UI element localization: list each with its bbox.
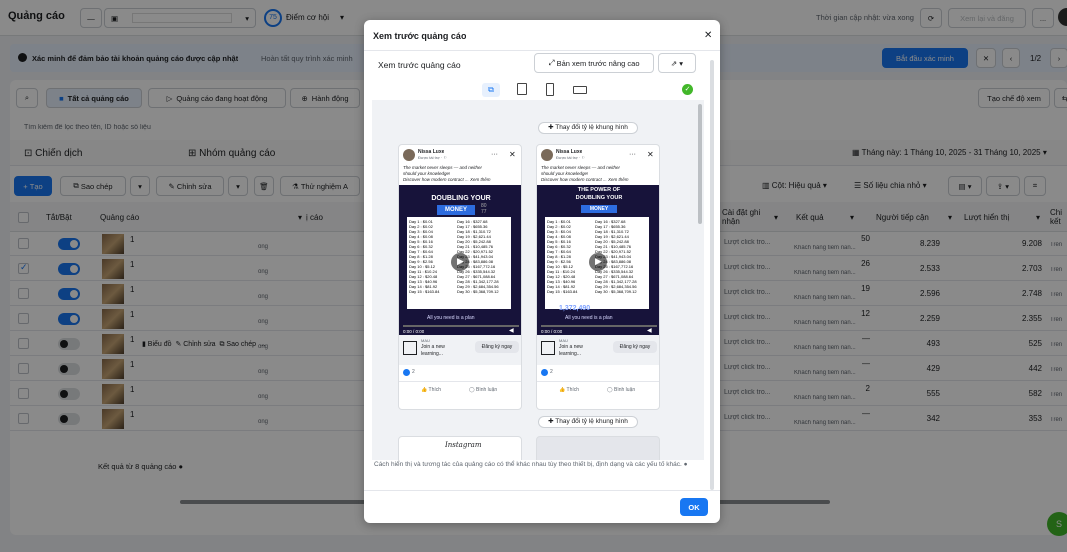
comment-label: Bình luận: [476, 387, 498, 393]
post-caption-3: Discover how modern contract ... Xem thê…: [403, 177, 491, 182]
days-left-column: Day 1 : $0.01 Day 2 : $0.02 Day 3 : $0.0…: [409, 219, 440, 294]
money-label: MONEY: [581, 205, 617, 213]
like-icon: [541, 369, 548, 376]
facebook-feed-preview: Nissa Luxe Được tài trợ · ⚐ ··· ✕ The market…: [398, 144, 522, 410]
volume-icon[interactable]: ◀: [509, 327, 514, 334]
sponsored-label: Được tài trợ · ⚐: [418, 155, 447, 160]
comment-button[interactable]: ◯ Bình luận: [607, 387, 635, 393]
signup-button[interactable]: Đăng ký ngay: [613, 341, 657, 353]
thumbs-up-icon: 👍: [421, 387, 429, 393]
like-count: 2: [412, 369, 415, 375]
page-avatar: [403, 149, 415, 161]
feed-format-icon[interactable]: ⧉: [482, 83, 500, 97]
more-icon[interactable]: ···: [491, 151, 498, 158]
plan-text: All you need is a plan: [427, 315, 475, 321]
divider: [364, 490, 720, 491]
advanced-preview-label: Bản xem trước nâng cao: [556, 58, 640, 68]
change-ratio-label: Thay đổi tỷ lệ khung hình: [555, 418, 628, 425]
preview-disclaimer: Cách hiển thị và tương tác của quảng cáo…: [374, 460, 714, 469]
cta-small: MAU: [421, 338, 430, 343]
creative-headline: DOUBLING YOUR: [431, 195, 491, 202]
cta-line-1: Join a new: [421, 344, 445, 350]
instagram-preview-2: [536, 436, 660, 460]
comment-button[interactable]: ◯ Bình luận: [469, 387, 497, 393]
cta-small: MAU: [559, 338, 568, 343]
creative-headline: THE POWER OF: [577, 187, 621, 193]
landscape-format-icon[interactable]: [573, 86, 587, 94]
facebook-feed-preview-2: Nissa Luxe Được tài trợ · ⚐ ··· ✕ The market…: [536, 144, 660, 410]
post-caption-2: should your knowledge!: [541, 171, 589, 176]
preview-scrollbar[interactable]: [698, 104, 702, 224]
divider: [364, 50, 720, 51]
calendar-icon: [403, 341, 417, 355]
comment-icon: ◯: [607, 387, 614, 393]
play-icon[interactable]: ▶: [589, 253, 607, 271]
post-caption-1: The market never sleeps — and neither: [541, 165, 621, 170]
calendar-icon: [541, 341, 555, 355]
video-time: 0:00 / 0:00: [541, 329, 563, 334]
like-count: 2: [550, 369, 553, 375]
video-time: 0:00 / 0:00: [403, 329, 425, 334]
days-left-column: Day 1 : $0.01 Day 2 : $0.02 Day 3 : $0.0…: [547, 219, 578, 294]
info-icon: ●: [683, 461, 688, 468]
divider: [537, 381, 659, 382]
video-progress-bar[interactable]: [541, 325, 657, 327]
square-format-icon[interactable]: [517, 83, 527, 95]
expand-icon: ⤢: [548, 58, 557, 67]
like-button[interactable]: 👍 Thích: [559, 387, 579, 393]
more-icon[interactable]: ···: [629, 151, 636, 158]
change-ratio-button[interactable]: ✚ Thay đổi tỷ lệ khung hình: [538, 122, 638, 134]
like-icon: [403, 369, 410, 376]
post-caption-3: Discover how modern contract ... Xem thê…: [541, 177, 629, 182]
cta-line-2: learning...: [559, 351, 581, 357]
ad-preview-modal: Xem trước quảng cáo ✕ Xem trước quảng cá…: [364, 20, 720, 523]
share-button[interactable]: ⇗ ▾: [658, 53, 696, 73]
post-caption-1: The market never sleeps — and neither: [403, 165, 483, 170]
instagram-preview: Instagram: [398, 436, 522, 460]
disclaimer-text: Cách hiển thị và tương tác của quảng cáo…: [374, 461, 682, 468]
format-switcher: ⧉ ✓: [372, 80, 704, 100]
check-icon: ✓: [682, 84, 693, 95]
comment-icon: ◯: [469, 387, 476, 393]
close-icon[interactable]: ✕: [509, 150, 516, 159]
cta-line-1: Join a new: [559, 344, 583, 350]
page-avatar: [541, 149, 553, 161]
cta-line-2: learning...: [421, 351, 443, 357]
like-label: Thích: [428, 387, 442, 393]
divider: [399, 381, 521, 382]
change-ratio-button-2[interactable]: ✚ Thay đổi tỷ lệ khung hình: [538, 416, 638, 428]
close-icon[interactable]: ✕: [704, 30, 712, 41]
sponsored-label: Được tài trợ · ⚐: [556, 155, 585, 160]
creative-headline-2: DOUBLING YOUR: [575, 195, 623, 201]
signup-button[interactable]: Đăng ký ngay: [475, 341, 519, 353]
money-label: MONEY: [437, 205, 475, 215]
advanced-preview-button[interactable]: ⤢ Bản xem trước nâng cao: [534, 53, 654, 73]
post-caption-2: should your knowledge!: [403, 171, 451, 176]
play-icon[interactable]: ▶: [451, 253, 469, 271]
modal-scrollbar[interactable]: [710, 60, 714, 490]
change-ratio-label: Thay đổi tỷ lệ khung hình: [555, 124, 628, 131]
preview-area: ⧉ ✓ ✚ Thay đổi tỷ lệ khung hình Nissa Lu…: [372, 80, 704, 460]
instagram-logo: Instagram: [445, 441, 482, 449]
ok-button[interactable]: OK: [680, 498, 708, 516]
modal-title: Xem trước quảng cáo: [373, 31, 467, 41]
modal-subtitle: Xem trước quảng cáo: [378, 60, 461, 70]
plan-text: All you need is a plan: [565, 315, 613, 321]
close-icon[interactable]: ✕: [647, 150, 654, 159]
volume-icon[interactable]: ◀: [647, 327, 652, 334]
bubble-number-2: 77: [481, 209, 487, 215]
like-button[interactable]: 👍 Thích: [421, 387, 441, 393]
comment-label: Bình luận: [614, 387, 636, 393]
ads-manager-page: Quảng cáo — ▣ ▾ 75 Điểm cơ hội ▾ Thời gi…: [0, 0, 1067, 552]
like-label: Thích: [566, 387, 580, 393]
story-format-icon[interactable]: [546, 83, 554, 96]
video-progress-bar[interactable]: [403, 325, 519, 327]
share-icon: ⇗: [670, 58, 678, 68]
thumbs-up-icon: 👍: [559, 387, 567, 393]
big-number: 1,372,490: [559, 305, 591, 312]
